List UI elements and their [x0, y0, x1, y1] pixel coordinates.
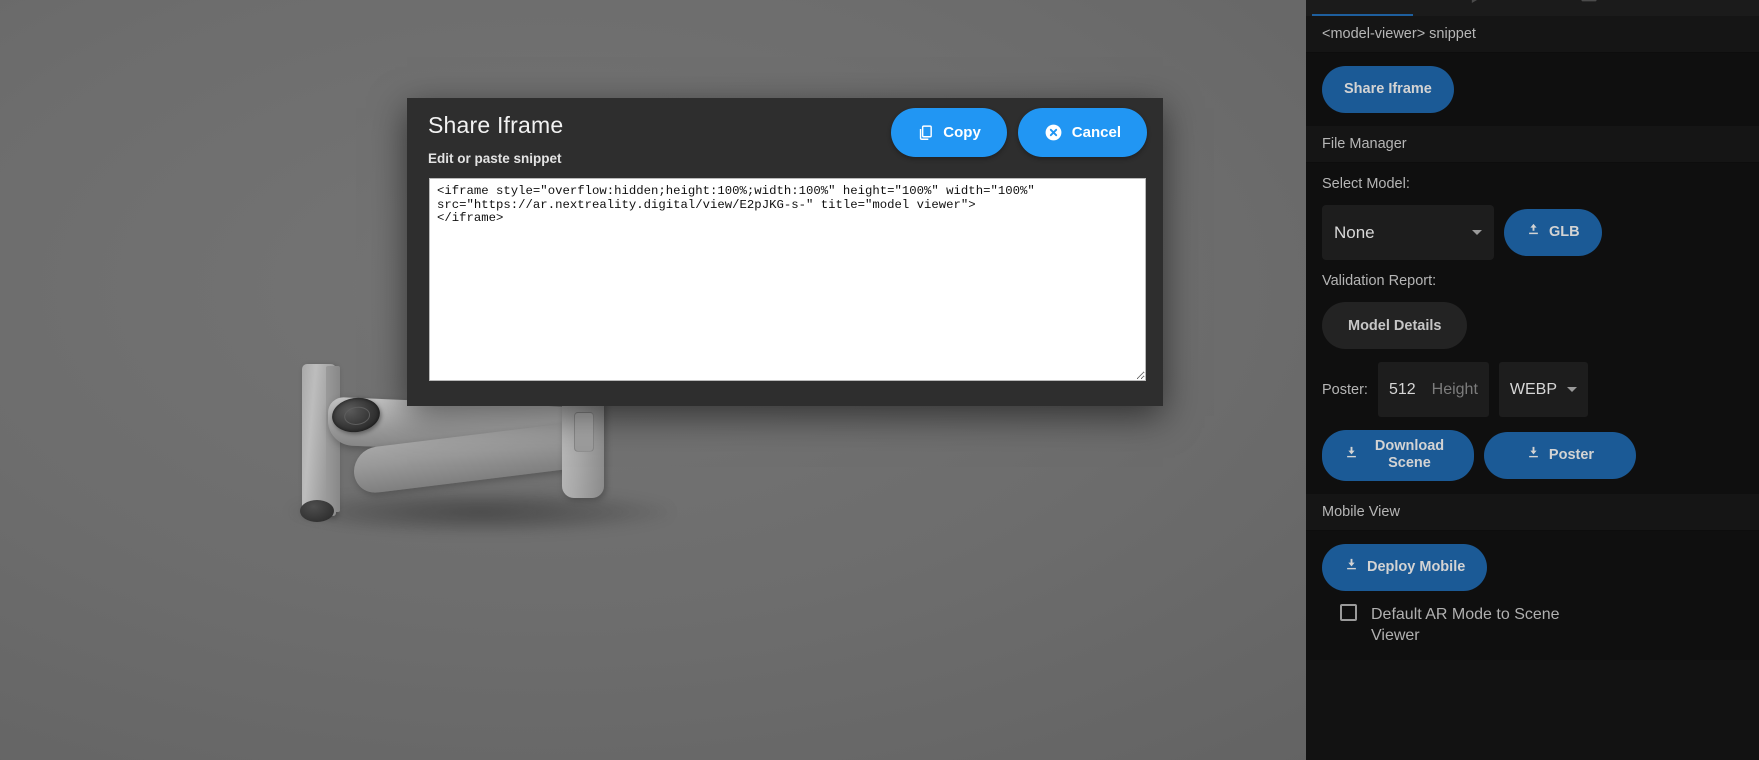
- mobile-view-label: Mobile View: [1306, 493, 1759, 531]
- app-root: Share Iframe Edit or paste snippet Copy: [0, 0, 1759, 760]
- cube-icon: [1353, 0, 1373, 13]
- copy-icon: [917, 124, 934, 141]
- sidebar-tabbar: [1306, 0, 1759, 16]
- dialog-title: Share Iframe: [428, 112, 564, 138]
- poster-format-value: WEBP: [1509, 380, 1558, 398]
- tab-model[interactable]: [1306, 0, 1419, 16]
- model-joint-detail: [574, 412, 594, 452]
- model-shadow: [290, 490, 670, 534]
- model-viewer-snippet-label: <model-viewer> snippet: [1306, 16, 1759, 53]
- deploy-mobile-label: Deploy Mobile: [1367, 558, 1466, 575]
- download-scene-button[interactable]: Download Scene: [1322, 430, 1474, 481]
- download-poster-button[interactable]: Poster: [1484, 431, 1636, 479]
- snippet-section-body: Share Iframe: [1306, 53, 1759, 126]
- model-details-label: Model Details: [1348, 317, 1442, 334]
- poster-label: Poster:: [1322, 381, 1368, 398]
- poster-width-input[interactable]: 512: [1389, 381, 1416, 399]
- chevron-down-icon-format: [1567, 387, 1578, 392]
- deploy-mobile-button[interactable]: Deploy Mobile: [1322, 543, 1488, 591]
- upload-glb-label: GLB: [1549, 223, 1580, 240]
- copy-button-label: Copy: [943, 124, 981, 141]
- download-icon-scene: [1344, 445, 1359, 465]
- file-manager-body: Select Model: None GLB Validation Report…: [1306, 163, 1759, 494]
- dialog-header: Share Iframe Edit or paste snippet Copy: [407, 98, 1163, 178]
- download-poster-label: Poster: [1548, 446, 1595, 463]
- default-ar-mode-checkbox[interactable]: [1340, 603, 1357, 621]
- model-foot: [300, 500, 334, 522]
- tab-scene[interactable]: [1533, 0, 1646, 16]
- tab-tools[interactable]: [1646, 0, 1759, 16]
- close-circle-icon: [1044, 123, 1063, 142]
- download-icon-mobile: [1344, 557, 1359, 577]
- share-iframe-button[interactable]: Share Iframe: [1322, 66, 1454, 113]
- default-ar-mode-label: Default AR Mode to Scene Viewer: [1371, 605, 1560, 645]
- model-details-button[interactable]: Model Details: [1322, 302, 1468, 349]
- play-icon: [1466, 0, 1486, 13]
- select-model-dropdown[interactable]: None: [1322, 205, 1494, 260]
- share-iframe-dialog: Share Iframe Edit or paste snippet Copy: [407, 98, 1163, 406]
- cancel-button-label: Cancel: [1071, 124, 1121, 141]
- wrench-icon: [1692, 0, 1712, 13]
- select-model-label: Select Model:: [1322, 176, 1410, 192]
- default-ar-mode-row: Default AR Mode to Scene Viewer: [1322, 603, 1743, 647]
- snippet-textarea[interactable]: [429, 178, 1146, 381]
- cancel-button[interactable]: Cancel: [1017, 108, 1147, 157]
- mobile-view-body: Deploy Mobile Default AR Mode to Scene V…: [1306, 530, 1759, 660]
- image-icon: [1579, 0, 1599, 13]
- copy-button[interactable]: Copy: [891, 108, 1007, 157]
- select-model-row: None GLB: [1322, 205, 1743, 260]
- download-scene-label: Download Scene: [1374, 438, 1445, 472]
- tab-animation[interactable]: [1419, 0, 1532, 16]
- dialog-actions: Copy Cancel: [891, 108, 1147, 157]
- snippet-field-label: Edit or paste snippet: [428, 151, 562, 166]
- select-model-value: None: [1334, 222, 1375, 242]
- model-details-row: Model Details: [1322, 302, 1743, 349]
- download-icon-poster: [1526, 445, 1541, 465]
- upload-icon: [1526, 222, 1541, 242]
- poster-row: Poster: 512 Height WEBP: [1322, 362, 1743, 417]
- validation-report-label: Validation Report:: [1322, 273, 1437, 289]
- poster-size-inputs[interactable]: 512 Height: [1377, 362, 1489, 417]
- download-row: Download Scene Poster: [1322, 430, 1743, 481]
- chevron-down-icon: [1472, 230, 1482, 235]
- poster-format-dropdown[interactable]: WEBP: [1498, 362, 1589, 417]
- right-sidebar: <model-viewer> snippet Share Iframe File…: [1306, 0, 1759, 760]
- poster-height-input[interactable]: Height: [1432, 381, 1478, 399]
- upload-glb-button[interactable]: GLB: [1504, 209, 1602, 256]
- share-iframe-button-label: Share Iframe: [1344, 80, 1432, 97]
- file-manager-label: File Manager: [1306, 126, 1759, 163]
